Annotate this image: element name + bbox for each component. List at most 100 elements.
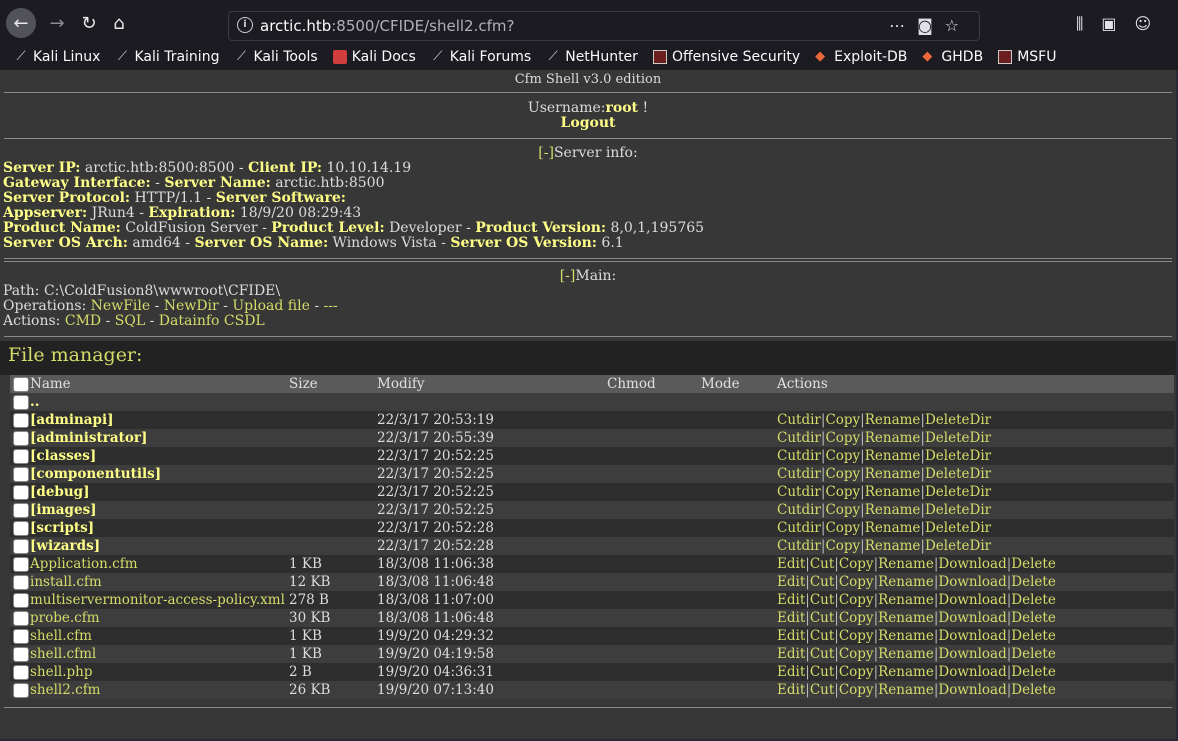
item-name-link[interactable]: shell.php xyxy=(30,664,93,680)
action-cut[interactable]: Cut xyxy=(810,664,834,680)
item-name-link[interactable]: [classes] xyxy=(30,448,96,464)
action-edit[interactable]: Edit xyxy=(777,682,805,698)
action-copy[interactable]: Copy xyxy=(839,628,874,644)
back-arrow-icon[interactable]: ← xyxy=(6,8,36,38)
action-cutdir[interactable]: Cutdir xyxy=(777,466,821,482)
action-delete[interactable]: Delete xyxy=(1011,664,1056,680)
sidebar-icon[interactable]: ▣ xyxy=(1101,14,1116,33)
action-download[interactable]: Download xyxy=(938,646,1006,662)
action-rename[interactable]: Rename xyxy=(878,628,934,644)
pocket-icon[interactable]: ◙ xyxy=(917,16,945,35)
select-checkbox[interactable] xyxy=(13,575,29,590)
action-copy[interactable]: Copy xyxy=(839,592,874,608)
url-bar[interactable]: i arctic.htb:8500/CFIDE/shell2.cfm? ⋯◙☆ xyxy=(228,11,980,41)
action-rename[interactable]: Rename xyxy=(878,592,934,608)
item-name-link[interactable]: [debug] xyxy=(30,484,90,500)
item-name-link[interactable]: shell.cfml xyxy=(30,646,96,662)
action-deletedir[interactable]: DeleteDir xyxy=(925,448,991,464)
action-copy[interactable]: Copy xyxy=(825,412,860,428)
server-info-toggle[interactable]: [-] xyxy=(538,145,554,161)
item-name-link[interactable]: multiservermonitor-access-policy.xml xyxy=(30,592,285,608)
action-copy[interactable]: Copy xyxy=(825,484,860,500)
select-checkbox[interactable] xyxy=(13,611,29,626)
action-cut[interactable]: Cut xyxy=(810,628,834,644)
action-rename[interactable]: Rename xyxy=(865,502,921,518)
action-deletedir[interactable]: DeleteDir xyxy=(925,412,991,428)
select-checkbox[interactable] xyxy=(13,539,29,554)
item-name-link[interactable]: shell2.cfm xyxy=(30,682,101,698)
action-cutdir[interactable]: Cutdir xyxy=(777,484,821,500)
library-icon[interactable]: ⫼ xyxy=(1076,14,1083,33)
item-name-link[interactable]: probe.cfm xyxy=(30,610,100,626)
action-copy[interactable]: Copy xyxy=(839,646,874,662)
action-cut[interactable]: Cut xyxy=(810,610,834,626)
action-download[interactable]: Download xyxy=(938,610,1006,626)
action-rename[interactable]: Rename xyxy=(878,610,934,626)
action-copy[interactable]: Copy xyxy=(839,664,874,680)
action-delete[interactable]: Delete xyxy=(1011,592,1056,608)
select-checkbox[interactable] xyxy=(13,683,29,698)
select-checkbox[interactable] xyxy=(13,647,29,662)
action-deletedir[interactable]: DeleteDir xyxy=(925,520,991,536)
action-cut[interactable]: Cut xyxy=(810,592,834,608)
bookmark-star-icon[interactable]: ☆ xyxy=(945,16,971,35)
item-name-link[interactable]: shell.cfm xyxy=(30,628,92,644)
action-edit[interactable]: Edit xyxy=(777,664,805,680)
item-name-link[interactable]: Application.cfm xyxy=(30,556,138,572)
select-checkbox[interactable] xyxy=(13,449,29,464)
bookmark-kali-linux[interactable]: ⟋ Kali Linux xyxy=(14,49,100,65)
page-actions-icon[interactable]: ⋯ xyxy=(889,16,917,35)
item-name-link[interactable]: [scripts] xyxy=(30,520,94,536)
action-download[interactable]: Download xyxy=(938,592,1006,608)
action-rename[interactable]: Rename xyxy=(865,448,921,464)
action-download[interactable]: Download xyxy=(938,628,1006,644)
action-copy[interactable]: Copy xyxy=(825,538,860,554)
select-checkbox[interactable] xyxy=(13,413,29,428)
action-cut[interactable]: Cut xyxy=(810,682,834,698)
forward-arrow-icon[interactable]: → xyxy=(42,8,72,38)
action-copy[interactable]: Copy xyxy=(839,556,874,572)
action-deletedir[interactable]: DeleteDir xyxy=(925,484,991,500)
select-checkbox[interactable] xyxy=(13,485,29,500)
item-name-link[interactable]: [images] xyxy=(30,502,97,518)
bookmark-msfu[interactable]: MSFU xyxy=(998,49,1056,65)
action-delete[interactable]: Delete xyxy=(1011,574,1056,590)
operations-newfile[interactable]: NewFile xyxy=(91,298,150,314)
select-checkbox[interactable] xyxy=(13,503,29,518)
bookmark-exploit-db[interactable]: ◆ Exploit-DB xyxy=(815,49,907,65)
action-rename[interactable]: Rename xyxy=(865,412,921,428)
actions-datainfo-csdl[interactable]: Datainfo CSDL xyxy=(159,313,265,329)
select-checkbox[interactable] xyxy=(13,629,29,644)
select-checkbox[interactable] xyxy=(13,377,29,392)
select-checkbox[interactable] xyxy=(13,395,29,410)
action-download[interactable]: Download xyxy=(938,664,1006,680)
action-rename[interactable]: Rename xyxy=(878,664,934,680)
action-download[interactable]: Download xyxy=(938,574,1006,590)
action-edit[interactable]: Edit xyxy=(777,610,805,626)
action-deletedir[interactable]: DeleteDir xyxy=(925,466,991,482)
action-delete[interactable]: Delete xyxy=(1011,610,1056,626)
action-rename[interactable]: Rename xyxy=(865,484,921,500)
select-checkbox[interactable] xyxy=(13,557,29,572)
action-copy[interactable]: Copy xyxy=(839,574,874,590)
action-copy[interactable]: Copy xyxy=(825,466,860,482)
action-cutdir[interactable]: Cutdir xyxy=(777,448,821,464)
action-rename[interactable]: Rename xyxy=(865,538,921,554)
reload-icon[interactable]: ↻ xyxy=(74,8,104,38)
select-checkbox[interactable] xyxy=(13,665,29,680)
bookmark-kali-tools[interactable]: ⟋ Kali Tools xyxy=(234,49,318,65)
bookmark-ghdb[interactable]: ◆ GHDB xyxy=(922,49,983,65)
actions-sql[interactable]: SQL xyxy=(115,313,145,329)
action-deletedir[interactable]: DeleteDir xyxy=(925,502,991,518)
action-copy[interactable]: Copy xyxy=(825,520,860,536)
item-name-link[interactable]: .. xyxy=(30,394,39,410)
action-deletedir[interactable]: DeleteDir xyxy=(925,538,991,554)
bookmark-offensive-security[interactable]: Offensive Security xyxy=(652,49,800,65)
bookmark-nethunter[interactable]: ⟋ NetHunter xyxy=(546,49,638,65)
action-cut[interactable]: Cut xyxy=(810,556,834,572)
action-edit[interactable]: Edit xyxy=(777,628,805,644)
site-info-icon[interactable]: i xyxy=(237,17,253,33)
action-cutdir[interactable]: Cutdir xyxy=(777,430,821,446)
action-cutdir[interactable]: Cutdir xyxy=(777,412,821,428)
action-cut[interactable]: Cut xyxy=(810,574,834,590)
